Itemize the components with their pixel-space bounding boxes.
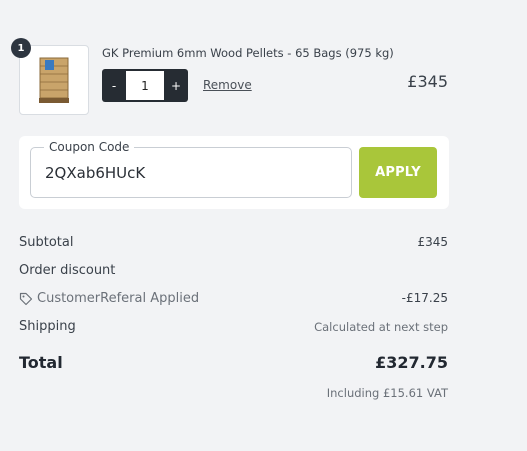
shipping-label: Shipping [19,319,76,334]
product-thumbnail[interactable] [19,45,89,115]
subtotal-row: Subtotal £345 [19,235,448,250]
vat-note: Including £15.61 VAT [326,386,448,400]
decrease-quantity-button[interactable]: - [102,69,126,102]
subtotal-value: £345 [417,235,448,249]
quantity-input[interactable] [126,71,164,100]
coupon-field[interactable]: Coupon Code [30,140,352,198]
line-item-price: £345 [407,72,448,91]
coupon-label: Coupon Code [44,140,135,154]
total-value: £327.75 [375,353,448,372]
order-discount-label: Order discount [19,263,116,278]
subtotal-label: Subtotal [19,235,74,250]
remove-item-link[interactable]: Remove [203,78,252,92]
discount-row: CustomerReferal Applied -£17.25 [19,291,448,306]
shipping-row: Shipping Calculated at next step [19,319,448,334]
cart-line-item: 1 GK Premium 6mm Wood Pellets - 65 Bags … [0,0,527,130]
discount-name: CustomerReferal Applied [37,291,200,306]
increase-quantity-button[interactable]: + [164,69,188,102]
total-row: Total £327.75 [19,353,448,372]
coupon-card: Coupon Code APPLY [19,136,449,209]
order-discount-row: Order discount [19,263,448,278]
total-label: Total [19,353,63,372]
shipping-value: Calculated at next step [314,320,448,334]
apply-coupon-button[interactable]: APPLY [359,147,437,198]
coupon-input[interactable] [45,161,335,185]
pellet-pallet-icon [39,57,69,103]
discount-value: -£17.25 [401,291,448,305]
quantity-stepper: - + [102,69,188,102]
quantity-badge: 1 [11,38,31,58]
tag-icon [19,292,33,305]
product-title[interactable]: GK Premium 6mm Wood Pellets - 65 Bags (9… [102,46,394,60]
